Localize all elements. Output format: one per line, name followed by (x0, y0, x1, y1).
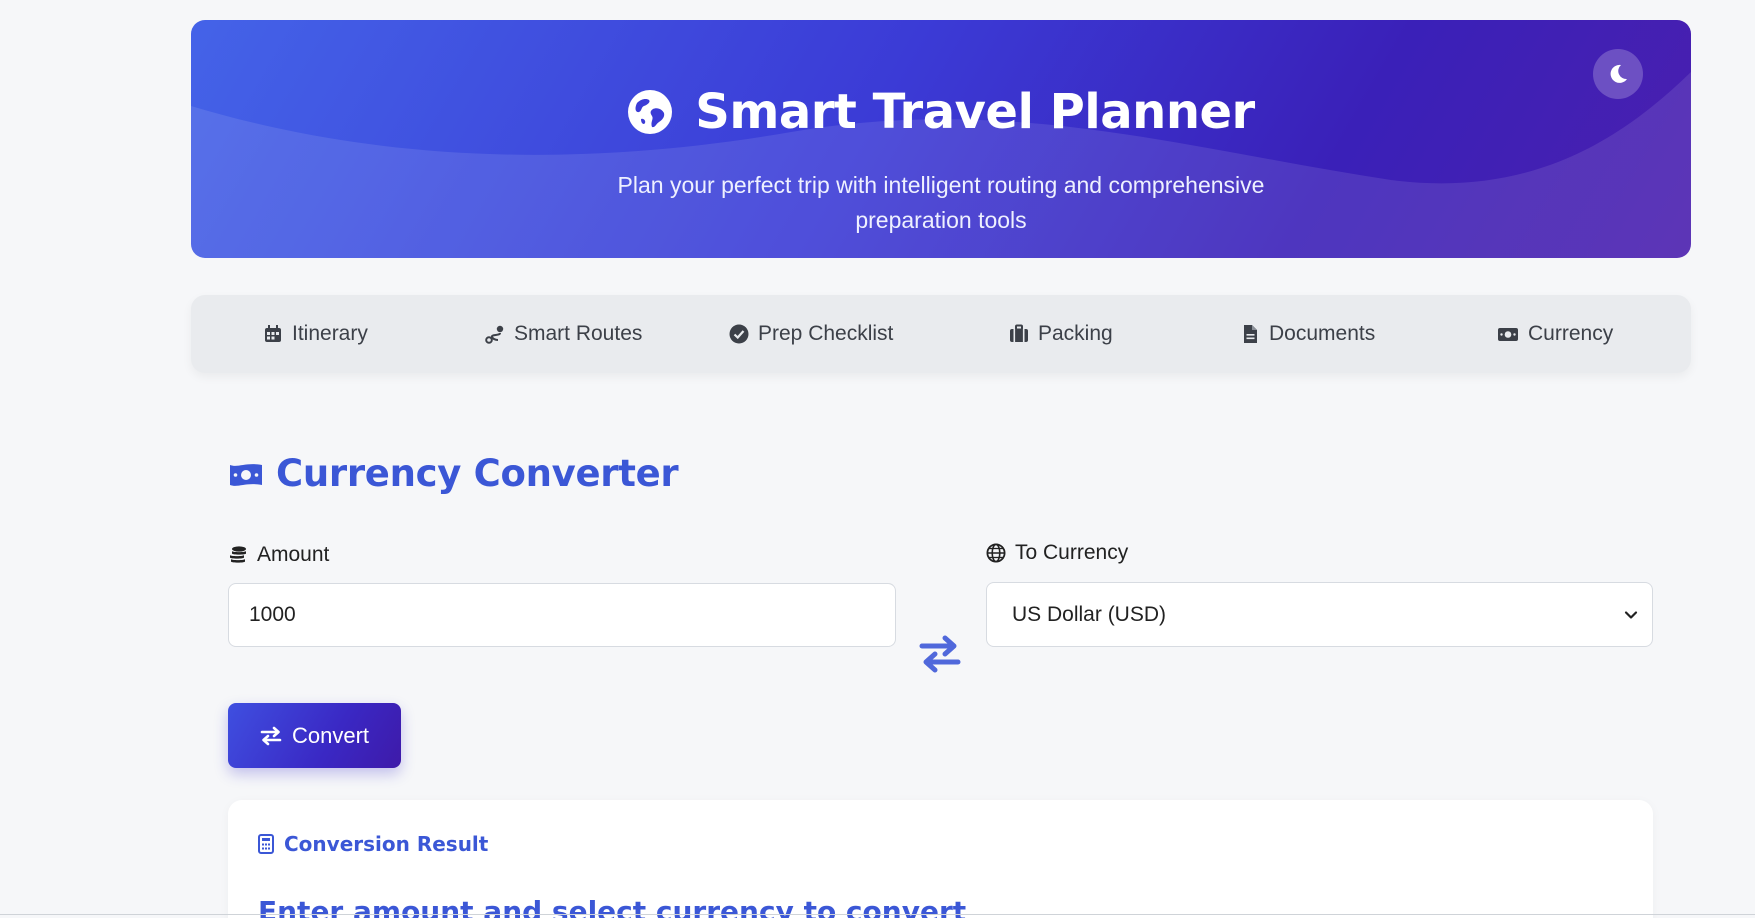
convert-button-label: Convert (291, 722, 370, 748)
tab-packing-label: Packing (1038, 322, 1113, 345)
coins-icon (230, 546, 246, 563)
tab-documents-label: Documents (1269, 322, 1376, 345)
converter-title: Currency Converter (276, 452, 679, 495)
viewport-bottom-divider (0, 914, 1755, 915)
calendar-icon (265, 325, 281, 342)
globe-icon (986, 543, 1006, 563)
tab-documents[interactable]: Documents (1240, 295, 1375, 373)
tab-currency-label: Currency (1528, 322, 1614, 345)
swap-arrows-icon (919, 635, 961, 673)
calculator-icon (258, 834, 274, 854)
route-icon (485, 325, 504, 344)
conversion-result-card: Conversion Result Enter amount and selec… (228, 800, 1653, 918)
app-subtitle-line-1: Plan your perfect trip with intelligent … (617, 172, 1265, 198)
conversion-result-title: Conversion Result (284, 832, 489, 856)
tab-itinerary[interactable]: Itinerary (263, 295, 368, 373)
chevron-down-icon (1624, 610, 1638, 619)
suitcase-icon (1010, 324, 1028, 342)
swap-currency-button[interactable] (916, 630, 964, 678)
to-currency-label: To Currency (986, 541, 1128, 565)
conversion-result-heading: Conversion Result (258, 832, 488, 856)
to-currency-select[interactable]: US Dollar (USD) (986, 582, 1653, 647)
tab-currency[interactable]: Currency (1497, 295, 1613, 373)
tab-itinerary-label: Itinerary (292, 322, 368, 345)
tab-prep-checklist-label: Prep Checklist (758, 322, 894, 345)
amount-label: Amount (228, 543, 329, 567)
theme-toggle-button[interactable] (1593, 49, 1643, 99)
file-icon (1244, 325, 1257, 343)
money-icon (230, 463, 262, 486)
main-tabs: Itinerary Smart Routes Prep Checklist Pa… (191, 295, 1691, 373)
amount-label-text: Amount (257, 543, 330, 566)
app-title: Smart Travel Planner (695, 84, 1255, 140)
moon-icon (1610, 64, 1627, 83)
amount-input[interactable] (228, 583, 896, 647)
app-title-row: Smart Travel Planner (191, 84, 1691, 140)
globe-icon (628, 90, 673, 134)
app-subtitle-line-2: preparation tools (855, 207, 1027, 233)
app-subtitle: Plan your perfect trip with intelligent … (191, 168, 1691, 238)
to-currency-selected-value: US Dollar (USD) (1012, 602, 1167, 626)
money-icon (1498, 328, 1518, 341)
converter-heading: Currency Converter (228, 452, 679, 495)
tab-smart-routes[interactable]: Smart Routes (485, 295, 642, 373)
tab-smart-routes-label: Smart Routes (514, 322, 643, 345)
page: Smart Travel Planner Plan your perfect t… (0, 0, 1755, 918)
check-circle-icon (729, 324, 749, 344)
app-header: Smart Travel Planner Plan your perfect t… (191, 20, 1691, 258)
swap-arrows-icon (260, 726, 282, 745)
tab-prep-checklist[interactable]: Prep Checklist (729, 295, 893, 373)
convert-button[interactable]: Convert (228, 703, 401, 768)
to-currency-label-text: To Currency (1015, 541, 1129, 564)
tab-packing[interactable]: Packing (1009, 295, 1113, 373)
